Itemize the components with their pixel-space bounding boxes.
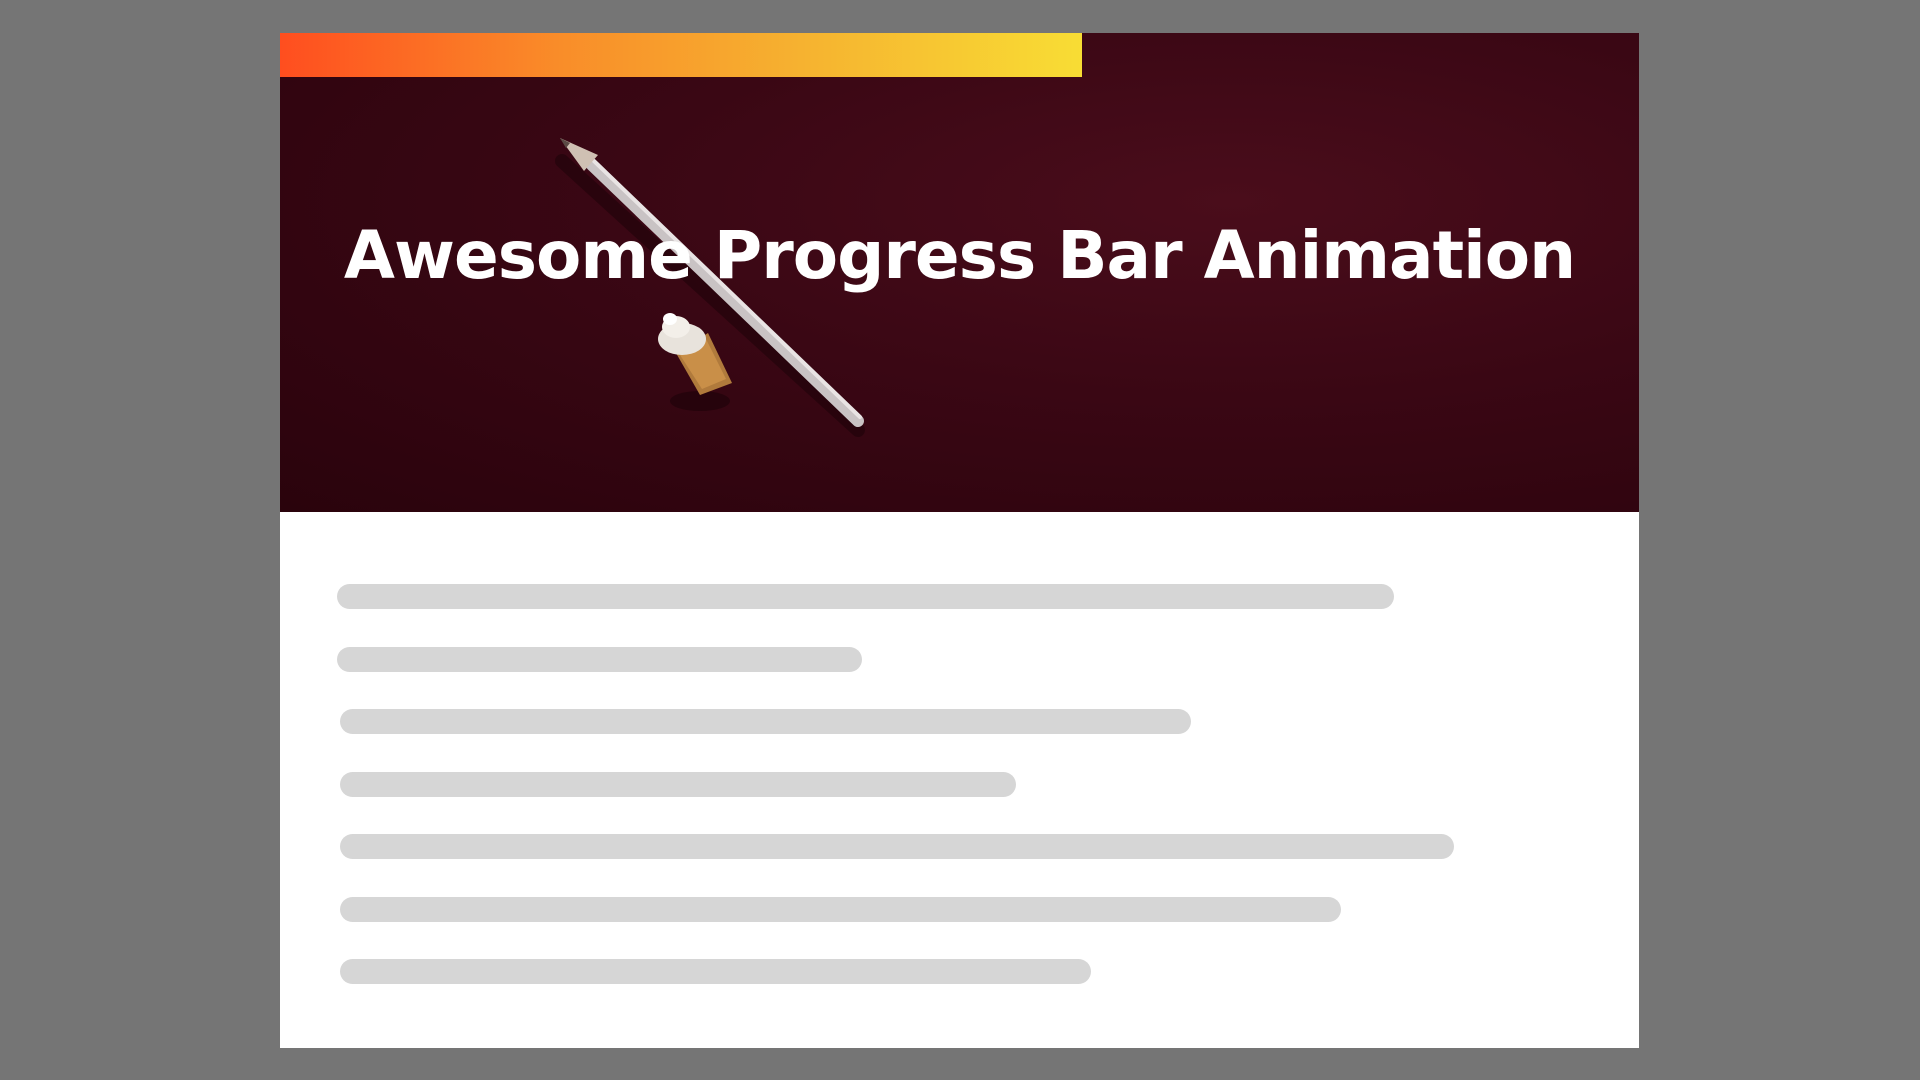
skeleton-line bbox=[337, 584, 1394, 609]
page-title: Awesome Progress Bar Animation bbox=[343, 217, 1576, 294]
skeleton-line bbox=[340, 959, 1091, 984]
skeleton-line bbox=[340, 772, 1016, 797]
article-card: Awesome Progress Bar Animation bbox=[280, 33, 1639, 1048]
skeleton-line bbox=[340, 897, 1341, 922]
hero-banner: Awesome Progress Bar Animation bbox=[280, 33, 1639, 512]
skeleton-line bbox=[340, 834, 1454, 859]
progress-bar bbox=[280, 33, 1639, 77]
progress-bar-fill bbox=[280, 33, 1082, 77]
skeleton-line bbox=[337, 647, 862, 672]
skeleton-line bbox=[340, 709, 1191, 734]
